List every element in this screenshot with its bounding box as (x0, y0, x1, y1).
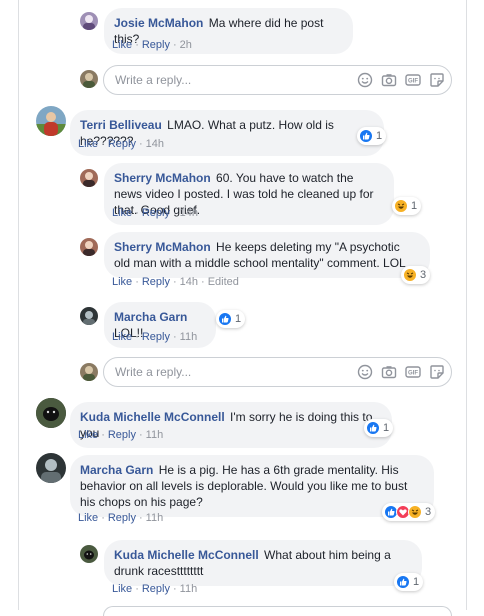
like-link[interactable]: Like (112, 207, 132, 219)
reaction-summary[interactable]: 1 (394, 573, 424, 591)
sticker-icon[interactable] (429, 72, 445, 88)
reaction-summary[interactable]: 1 (364, 419, 394, 437)
reply-placeholder: Write a reply... (115, 73, 192, 87)
reply-placeholder: Write a reply... (115, 365, 192, 379)
comment-time[interactable]: 14h (180, 207, 198, 219)
reaction-count: 1 (411, 200, 418, 212)
comment-time[interactable]: 11h (146, 512, 164, 524)
comment-time[interactable]: 14h (180, 276, 198, 288)
like-link[interactable]: Like (78, 429, 98, 441)
like-reaction-icon (359, 129, 373, 143)
reply-link[interactable]: Reply (142, 331, 170, 343)
comment-bubble: Sherry McMahon He keeps deleting my "A p… (104, 232, 430, 278)
comment-author[interactable]: Marcha Garn (80, 463, 153, 477)
reaction-summary[interactable]: 3 (401, 266, 431, 284)
comment-author[interactable]: Kuda Michelle McConnell (80, 410, 225, 424)
like-link[interactable]: Like (112, 583, 132, 595)
current-user-avatar (80, 363, 98, 381)
like-reaction-icon (366, 421, 380, 435)
gif-icon[interactable]: GIF (405, 72, 421, 88)
reaction-count: 3 (425, 506, 432, 518)
reaction-count: 3 (420, 269, 427, 281)
reply-input[interactable]: Write a reply... GIF (103, 357, 452, 387)
haha-reaction-icon (403, 268, 417, 282)
comment-actions: Like · Reply · 11h (112, 583, 198, 595)
comment-time[interactable]: 2h (180, 39, 192, 51)
comment-time[interactable]: 11h (146, 429, 164, 441)
haha-reaction-icon (408, 505, 422, 519)
svg-text:GIF: GIF (408, 79, 418, 85)
avatar[interactable] (36, 106, 66, 136)
sticker-icon[interactable] (429, 364, 445, 380)
avatar[interactable] (80, 545, 98, 563)
comment-actions: Like · Reply · 11h (78, 512, 164, 524)
emoji-icon[interactable] (357, 364, 373, 380)
camera-icon[interactable] (381, 72, 397, 88)
comment-author[interactable]: Sherry McMahon (114, 171, 211, 185)
comment-bubble: Marcha Garn He is a pig. He has a 6th gr… (70, 455, 434, 517)
comment-author[interactable]: Sherry McMahon (114, 240, 211, 254)
comment-author[interactable]: Marcha Garn (114, 310, 187, 324)
avatar[interactable] (80, 238, 98, 256)
edited-label[interactable]: Edited (208, 276, 239, 288)
avatar[interactable] (36, 453, 66, 483)
reply-link[interactable]: Reply (142, 39, 170, 51)
comment-author[interactable]: Terri Belliveau (80, 118, 162, 132)
like-link[interactable]: Like (78, 138, 98, 150)
comment-author[interactable]: Kuda Michelle McConnell (114, 548, 259, 562)
left-frame-border (18, 0, 19, 610)
comment-actions: Like · Reply · 14h (112, 207, 199, 219)
haha-reaction-icon (394, 199, 408, 213)
like-link[interactable]: Like (112, 39, 132, 51)
avatar[interactable] (80, 12, 98, 30)
reply-link[interactable]: Reply (108, 512, 136, 524)
reply-input[interactable]: Write a reply... GIF (103, 65, 452, 95)
comment-actions: Like · Reply · 11h (78, 429, 164, 441)
reply-link[interactable]: Reply (142, 207, 170, 219)
like-reaction-icon (218, 312, 232, 326)
svg-text:GIF: GIF (408, 371, 418, 377)
reply-link[interactable]: Reply (142, 583, 170, 595)
avatar[interactable] (80, 169, 98, 187)
comment-time[interactable]: 11h (180, 583, 198, 595)
avatar[interactable] (36, 398, 66, 428)
like-link[interactable]: Like (112, 276, 132, 288)
reply-link[interactable]: Reply (142, 276, 170, 288)
reaction-count: 1 (235, 313, 242, 325)
reply-link[interactable]: Reply (108, 429, 136, 441)
reaction-count: 1 (383, 422, 390, 434)
comment-time[interactable]: 14h (146, 138, 164, 150)
gif-icon[interactable]: GIF (405, 364, 421, 380)
right-frame-border (466, 0, 467, 610)
like-link[interactable]: Like (78, 512, 98, 524)
reaction-count: 1 (413, 576, 420, 588)
comment-actions: Like · Reply · 2h (112, 39, 192, 51)
camera-icon[interactable] (381, 364, 397, 380)
like-link[interactable]: Like (112, 331, 132, 343)
reaction-count: 1 (376, 130, 383, 142)
like-reaction-icon (396, 575, 410, 589)
avatar[interactable] (80, 307, 98, 325)
comment-author[interactable]: Josie McMahon (114, 16, 203, 30)
current-user-avatar (80, 70, 98, 88)
reaction-summary[interactable]: 1 (357, 127, 387, 145)
comment-bubble: Kuda Michelle McConnell I'm sorry he is … (70, 402, 392, 448)
reaction-summary[interactable]: 1 (392, 197, 422, 215)
comment-bubble: Kuda Michelle McConnell What about him b… (104, 540, 422, 586)
comment-actions: Like · Reply · 14h (78, 138, 165, 150)
comment-time[interactable]: 11h (180, 331, 198, 343)
comment-actions: Like · Reply · 14h · Edited (112, 276, 239, 288)
reply-link[interactable]: Reply (108, 138, 136, 150)
reply-input-partial[interactable] (103, 606, 452, 616)
reaction-summary[interactable]: 1 (216, 310, 246, 328)
emoji-icon[interactable] (357, 72, 373, 88)
comment-actions: Like · Reply · 11h (112, 331, 198, 343)
reaction-summary[interactable]: 3 (382, 503, 436, 521)
